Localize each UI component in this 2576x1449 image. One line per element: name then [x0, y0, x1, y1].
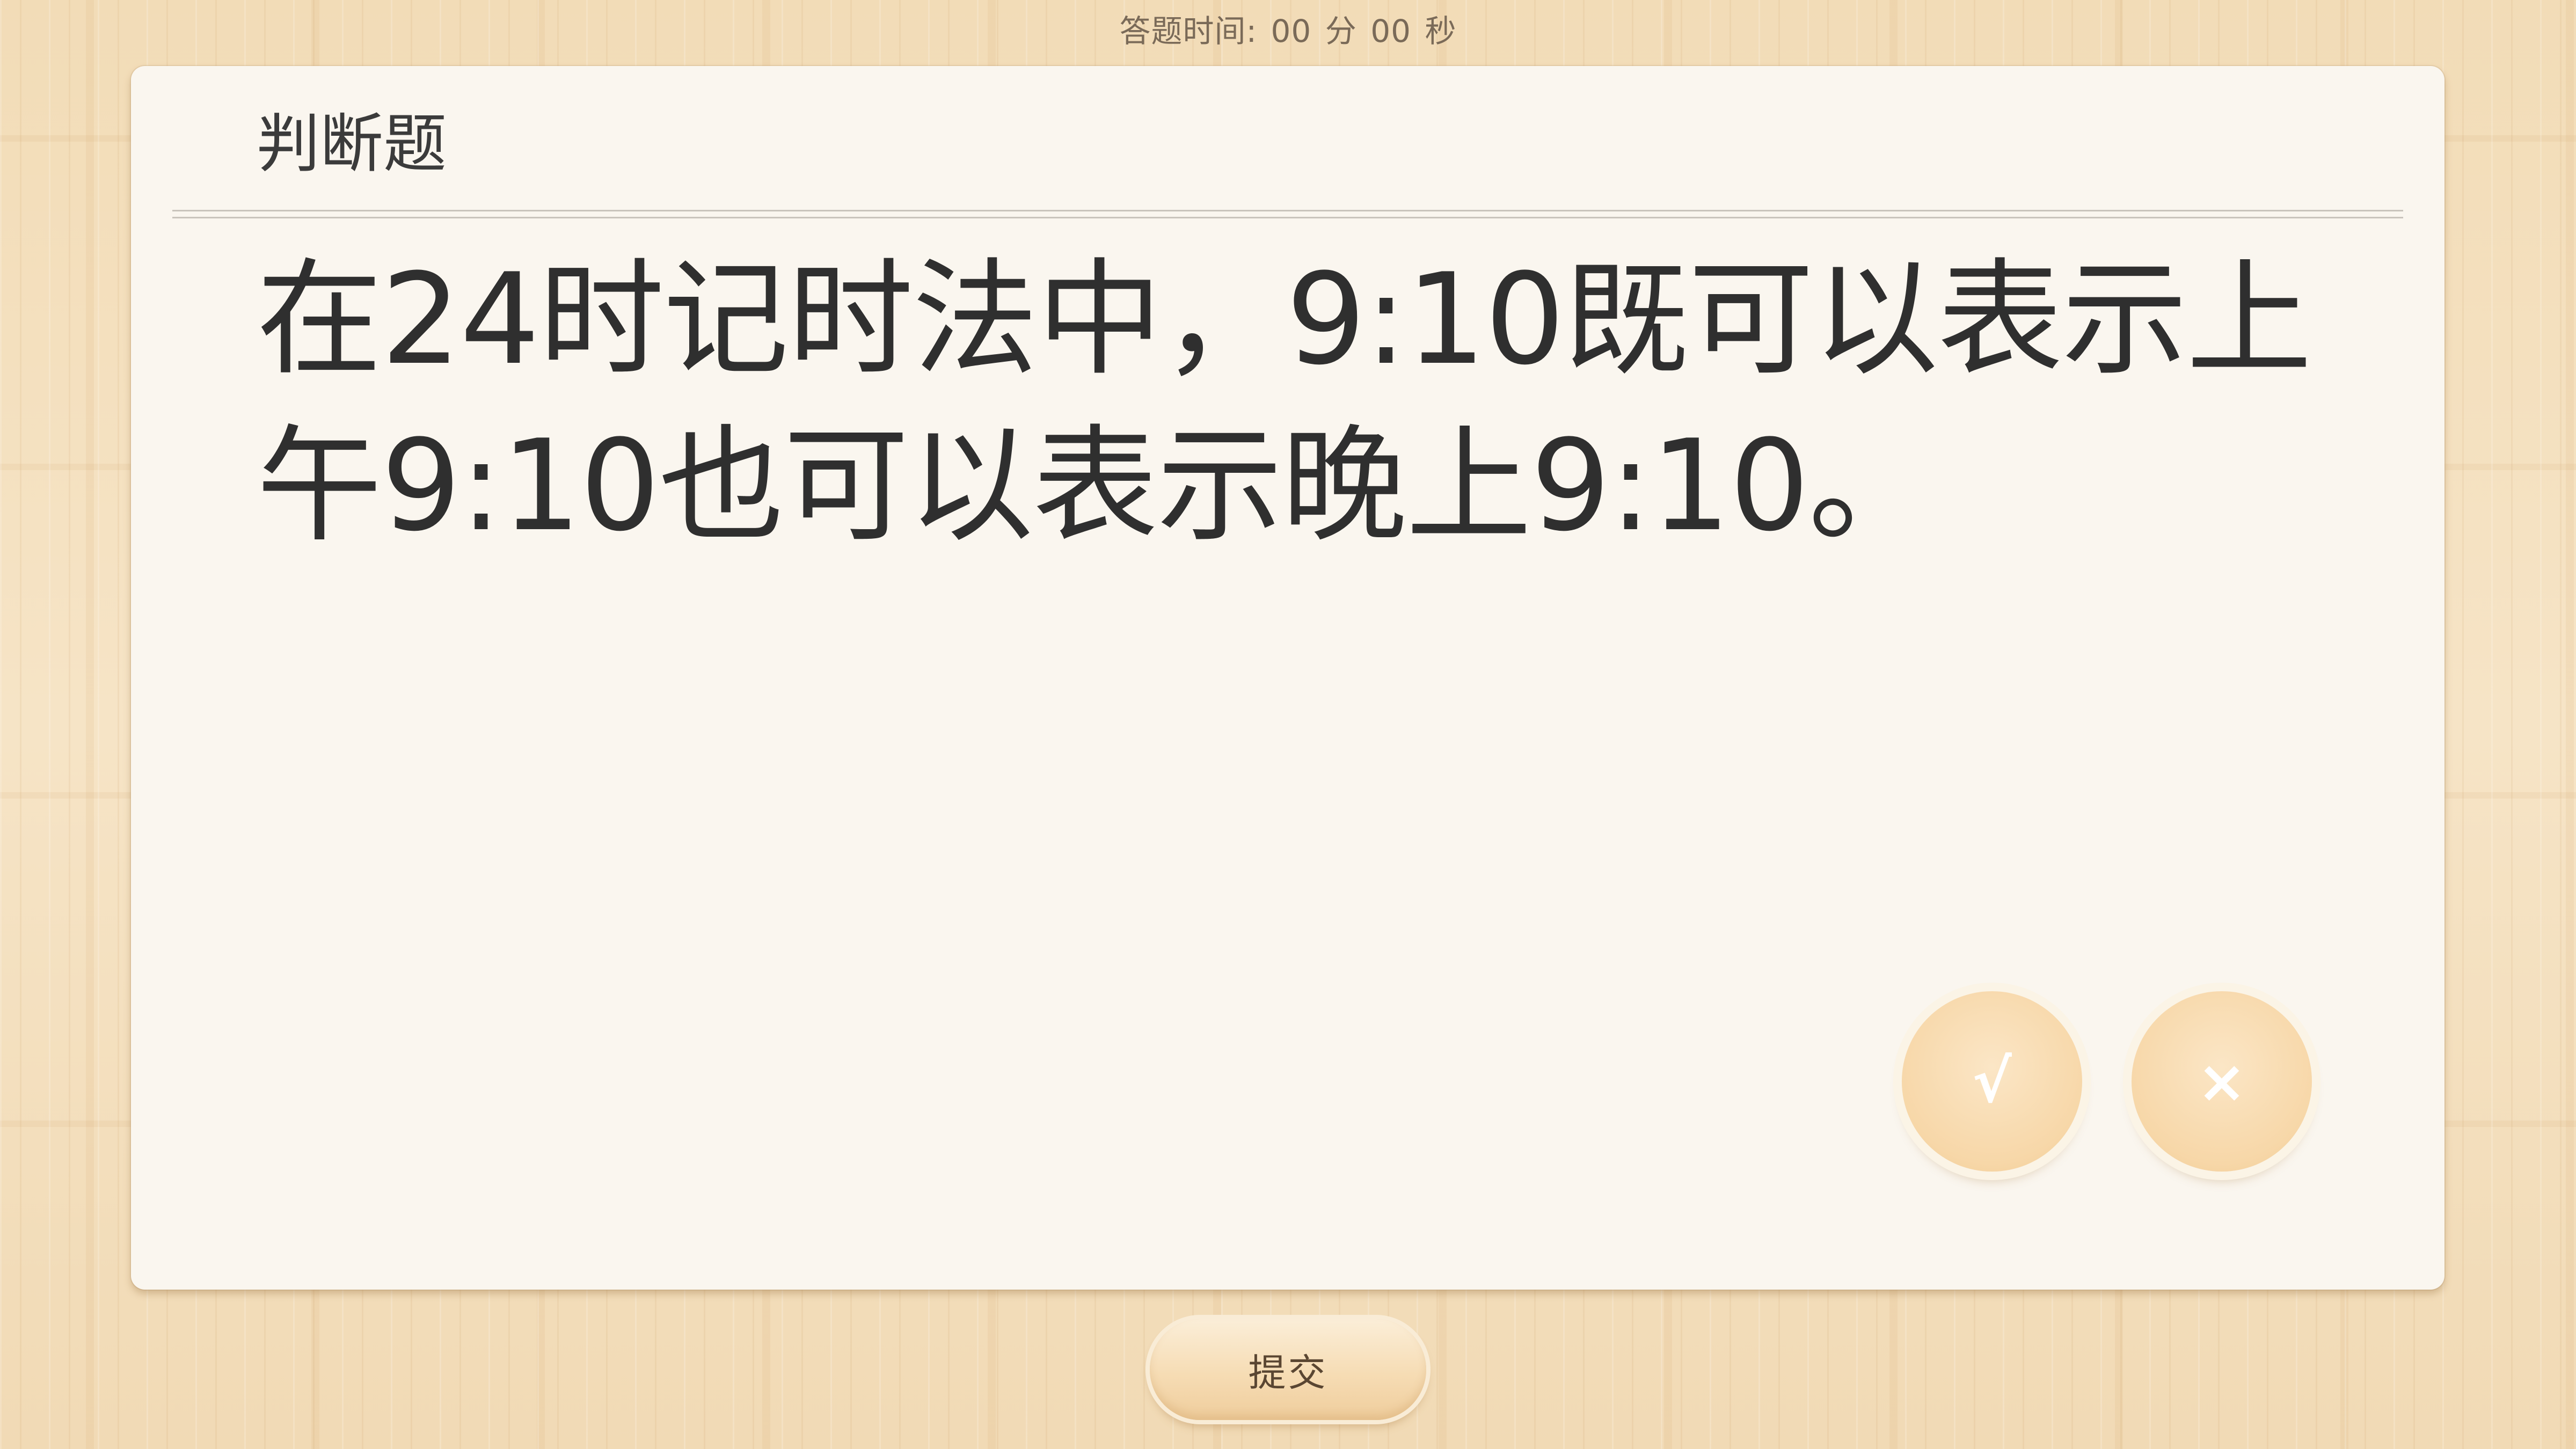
- header-divider: [172, 210, 2403, 218]
- timer-seconds: 00: [1370, 13, 1412, 49]
- cross-icon: ×: [2196, 1047, 2247, 1116]
- timer-label: 答题时间:: [1119, 13, 1258, 49]
- timer-minutes: 00: [1271, 13, 1312, 49]
- question-text: 在24时记时法中，9:10既可以表示上午9:10也可以表示晚上9:10。: [257, 247, 2312, 559]
- submit-button[interactable]: 提交: [1150, 1319, 1426, 1420]
- check-icon: √: [1972, 1047, 2012, 1116]
- timer-minutes-unit: 分: [1325, 13, 1357, 49]
- true-button[interactable]: √: [1902, 991, 2082, 1172]
- question-type-title: 判断题: [257, 107, 447, 181]
- false-button[interactable]: ×: [2132, 991, 2312, 1172]
- question-card: 判断题 在24时记时法中，9:10既可以表示上午9:10也可以表示晚上9:10。: [131, 66, 2444, 1290]
- timer-seconds-unit: 秒: [1425, 13, 1457, 49]
- answer-timer: 答题时间: 00 分 00 秒: [0, 10, 2576, 53]
